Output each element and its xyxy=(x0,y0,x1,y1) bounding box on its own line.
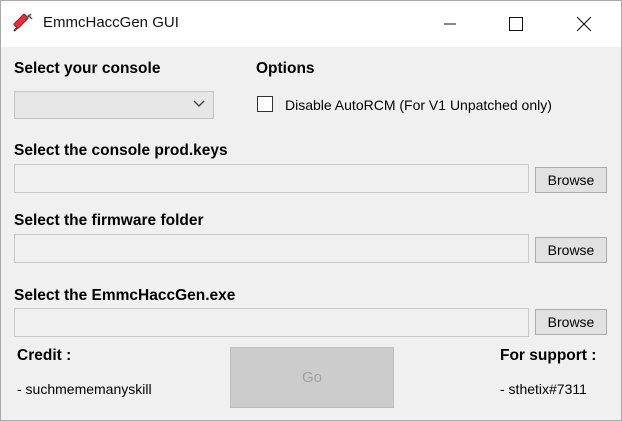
minimize-icon xyxy=(444,23,456,25)
close-icon xyxy=(577,17,591,31)
prodkeys-path-input[interactable] xyxy=(14,164,529,193)
firmware-label: Select the firmware folder xyxy=(14,212,204,229)
exe-path-input[interactable] xyxy=(14,308,529,337)
title-bar[interactable]: EmmcHaccGen GUI xyxy=(1,1,621,47)
app-syringe-icon xyxy=(13,13,33,32)
maximize-button[interactable] xyxy=(493,1,539,47)
minimize-button[interactable] xyxy=(427,1,473,47)
disable-autorcm-label[interactable]: Disable AutoRCM (For V1 Unpatched only) xyxy=(285,97,552,113)
options-label: Options xyxy=(256,60,315,77)
go-button[interactable]: Go xyxy=(230,347,394,408)
credit-label: Credit : xyxy=(17,347,72,364)
firmware-browse-button[interactable]: Browse xyxy=(535,237,607,263)
exe-browse-button[interactable]: Browse xyxy=(535,309,607,335)
close-button[interactable] xyxy=(561,1,607,47)
disable-autorcm-checkbox[interactable] xyxy=(257,96,273,112)
firmware-path-input[interactable] xyxy=(14,234,529,263)
prodkeys-browse-button[interactable]: Browse xyxy=(535,167,607,193)
app-window: EmmcHaccGen GUI Select your console Opti… xyxy=(0,0,622,421)
console-label: Select your console xyxy=(14,60,161,77)
maximize-icon xyxy=(509,17,523,31)
console-select[interactable] xyxy=(14,91,214,119)
exe-label: Select the EmmcHaccGen.exe xyxy=(14,287,236,304)
window-title: EmmcHaccGen GUI xyxy=(43,14,179,31)
prodkeys-label: Select the console prod.keys xyxy=(14,142,228,159)
support-label: For support : xyxy=(500,347,597,364)
credit-value: - suchmememanyskill xyxy=(17,381,152,397)
support-value: - sthetix#7311 xyxy=(500,381,587,397)
chevron-down-icon xyxy=(193,100,205,107)
